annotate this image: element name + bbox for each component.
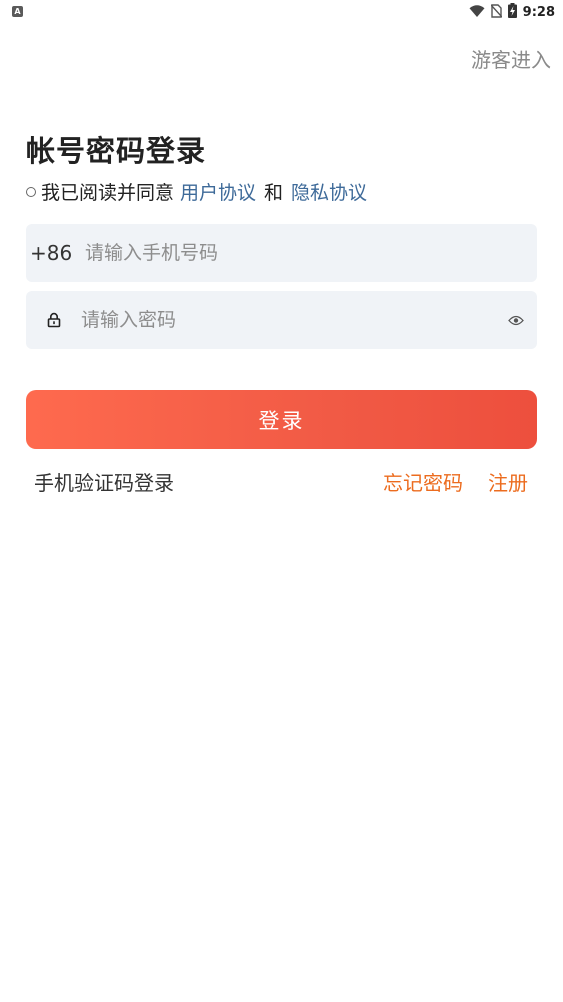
page-title: 帐号密码登录: [26, 134, 207, 168]
register-link[interactable]: 注册: [488, 467, 528, 496]
app-notification-icon: A: [12, 6, 23, 17]
lock-icon: [26, 312, 81, 328]
agreement-row: 我已阅读并同意 用户协议 和 隐私协议: [26, 178, 367, 205]
eye-icon[interactable]: [501, 315, 531, 326]
user-agreement-link[interactable]: 用户协议: [180, 178, 256, 205]
no-sim-icon: [490, 3, 503, 22]
password-field: [26, 291, 537, 349]
agreement-prefix: 我已阅读并同意: [41, 182, 175, 204]
country-code[interactable]: +86: [26, 241, 85, 265]
sms-login-link[interactable]: 手机验证码登录: [34, 467, 174, 496]
guest-entry-button[interactable]: 游客进入: [471, 44, 551, 73]
phone-field: +86: [26, 224, 537, 282]
forgot-password-link[interactable]: 忘记密码: [383, 467, 463, 496]
phone-input[interactable]: [85, 233, 537, 273]
wifi-icon: [469, 3, 485, 22]
status-time: 9:28: [522, 4, 555, 20]
status-indicators: 9:28: [469, 2, 555, 22]
login-button[interactable]: 登录: [26, 390, 537, 449]
password-input[interactable]: [81, 300, 501, 340]
agreement-and-text: 和: [264, 182, 284, 204]
battery-charging-icon: [507, 2, 517, 22]
agreement-radio[interactable]: [26, 186, 36, 197]
status-bar: A 9:28: [0, 0, 563, 24]
privacy-policy-link[interactable]: 隐私协议: [291, 178, 367, 205]
